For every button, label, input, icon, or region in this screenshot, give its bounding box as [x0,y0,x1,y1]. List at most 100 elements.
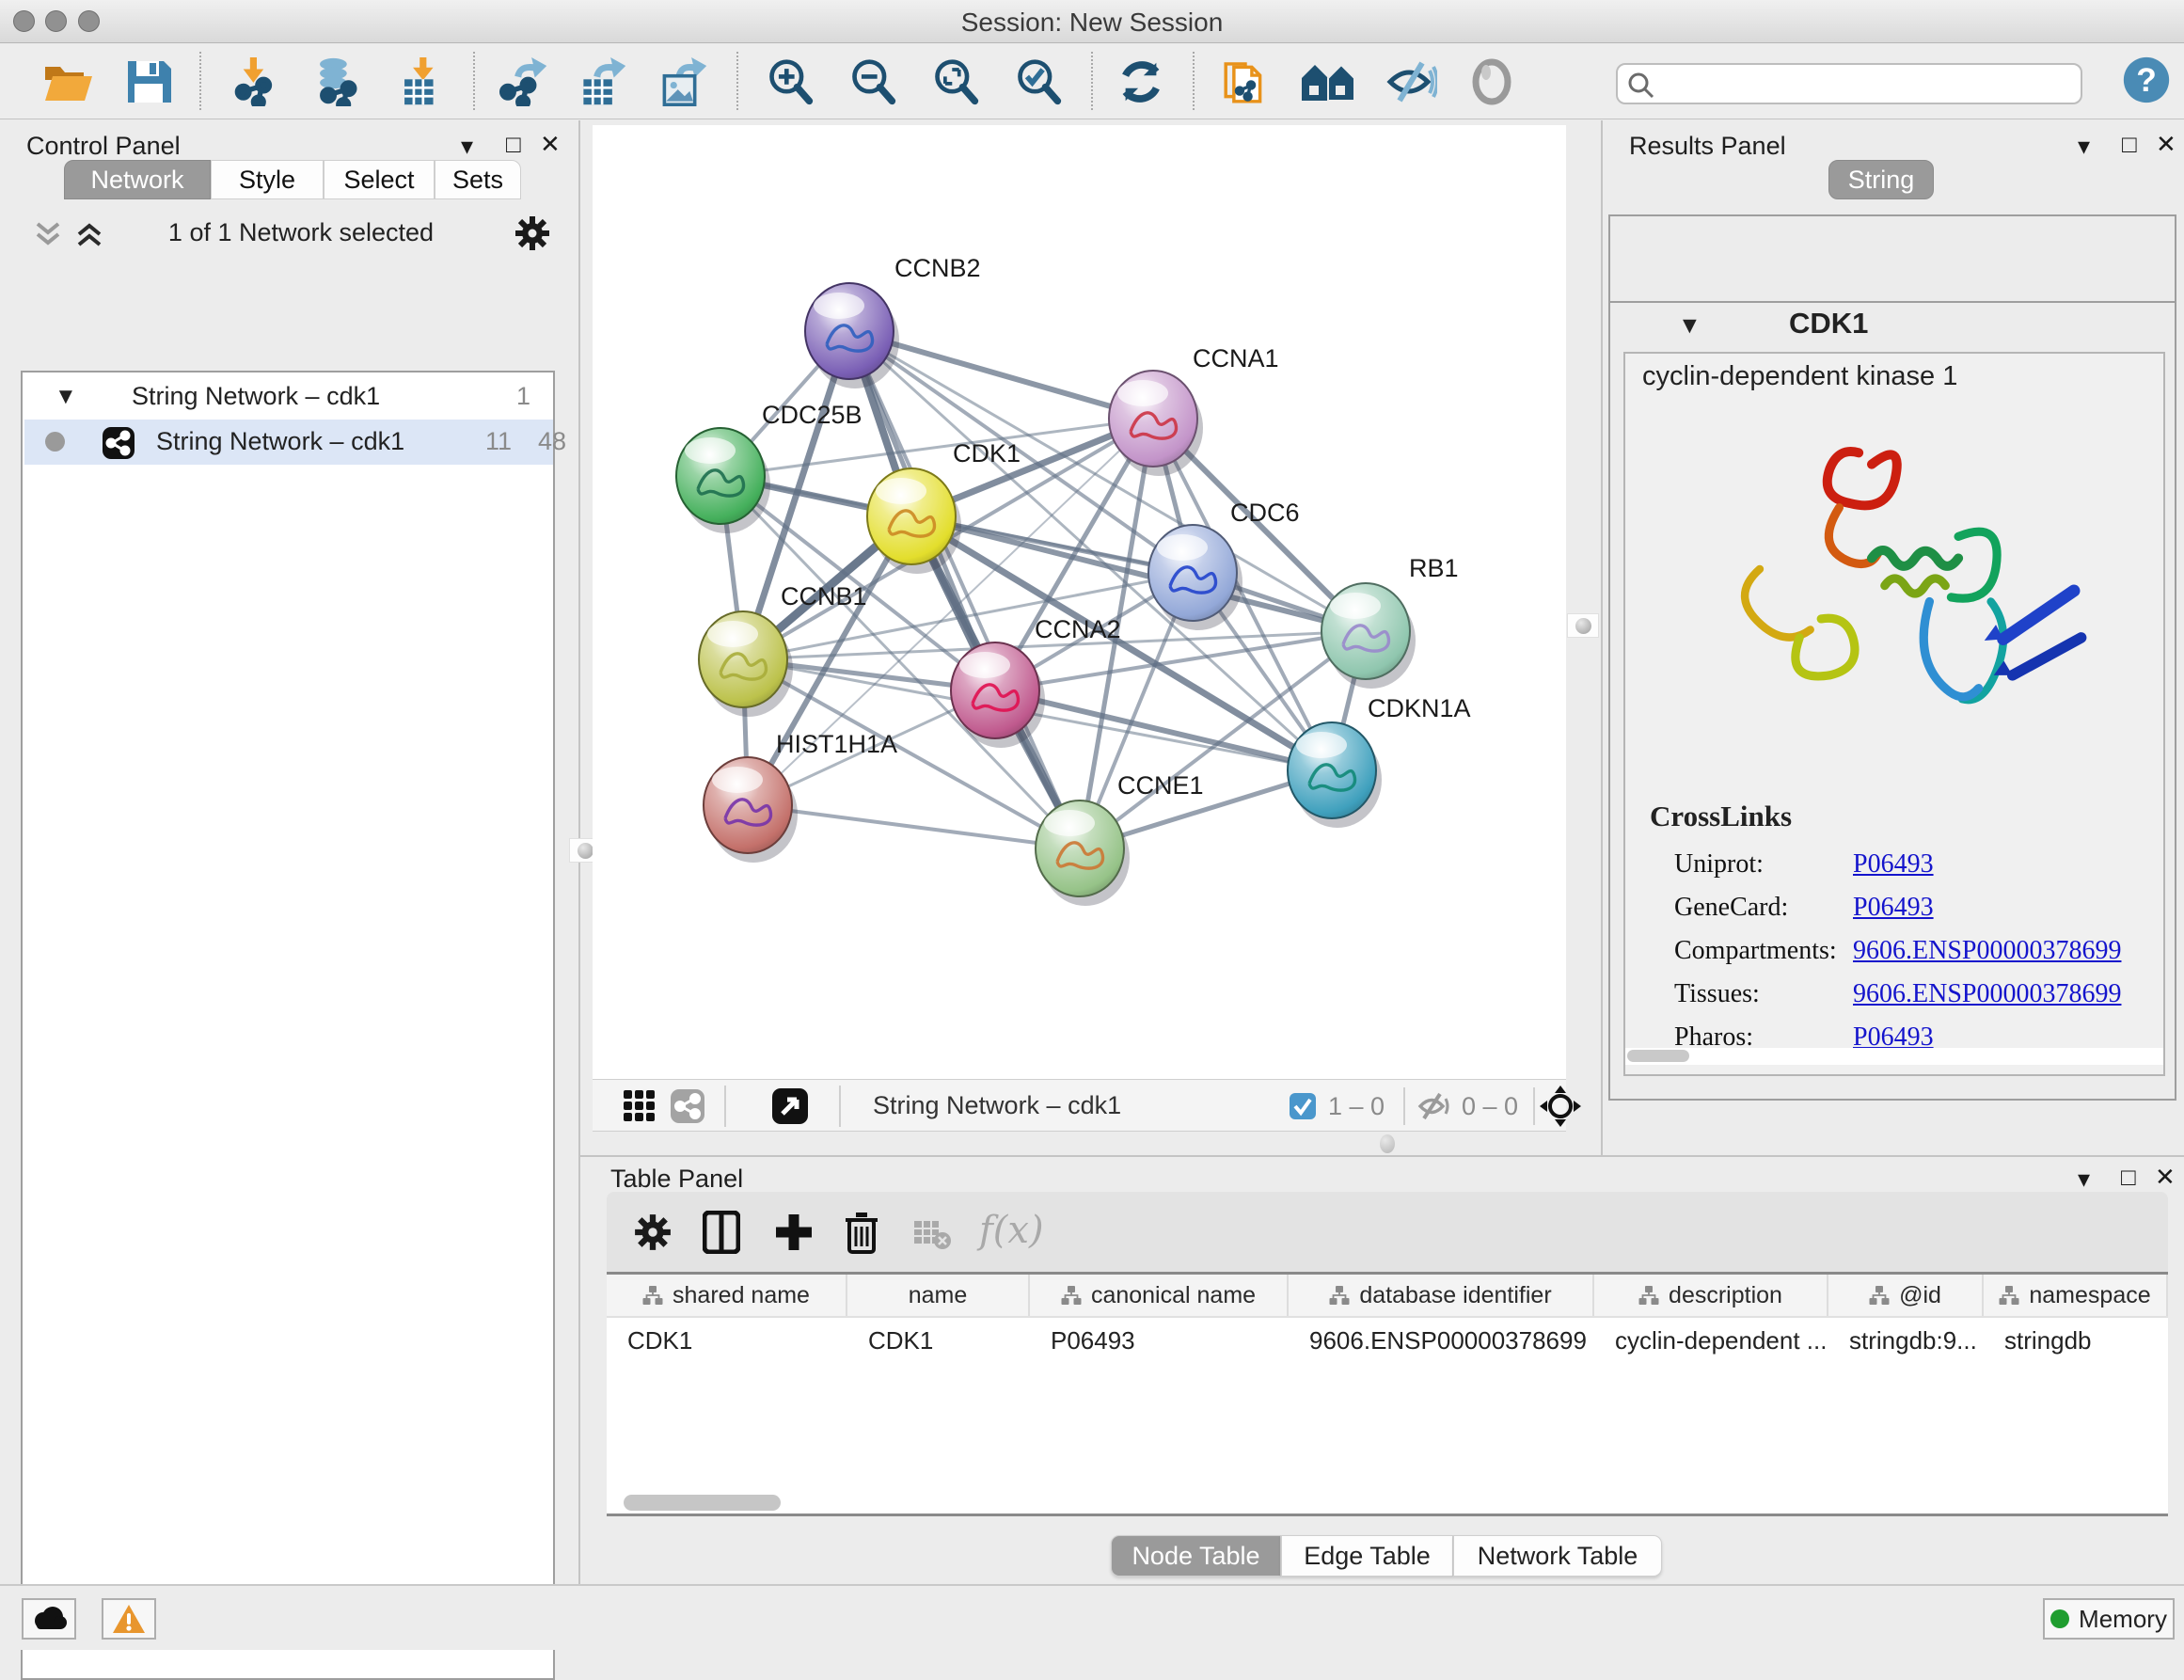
expand-all-icon[interactable] [73,220,105,248]
overview-icon[interactable] [1300,57,1358,106]
close-panel-icon[interactable]: ✕ [540,130,561,159]
cloud-button[interactable] [22,1598,76,1640]
column-type-icon [642,1286,663,1305]
results-hscroll-track[interactable] [1625,1048,2163,1065]
section-expander-icon[interactable]: ▼ [1678,312,1701,340]
network-node-ccna2[interactable]: CCNA2 [951,615,1121,748]
network-node-rb1[interactable]: RB1 [1321,554,1459,689]
float-panel-icon[interactable]: □ [2121,1163,2136,1192]
table-hscroll-thumb[interactable] [624,1495,781,1511]
network-edge[interactable] [849,331,1080,848]
column-header-database-identifier[interactable]: database identifier [1289,1275,1594,1316]
network-edge[interactable] [995,690,1332,770]
crosslink-link[interactable]: P06493 [1853,893,1934,923]
zoom-out-icon[interactable] [847,57,899,106]
export-network-icon[interactable] [497,57,551,106]
tab-network[interactable]: Network [64,160,211,199]
crosshair-icon[interactable] [1539,1085,1582,1128]
import-database-icon[interactable] [309,57,365,106]
column-header-description[interactable]: description [1594,1275,1828,1316]
share-view-icon[interactable] [670,1088,705,1124]
import-table-icon[interactable] [395,57,448,106]
node-table[interactable]: shared namenamecanonical namedatabase id… [607,1272,2168,1516]
network-graph[interactable]: CCNB2CCNA1CDC25BCDK1CDC6RB1CCNB1CCNA2CDK… [593,125,1566,1079]
table-cell[interactable]: 9606.ENSP00000378699 [1289,1326,1594,1355]
crosslink-link[interactable]: 9606.ENSP00000378699 [1853,936,2121,966]
network-share-badge-icon [102,426,135,460]
settings-gear-icon[interactable] [514,214,551,252]
export-image-icon[interactable] [657,57,711,106]
warning-button[interactable] [102,1598,156,1640]
results-hscroll-thumb[interactable] [1627,1050,1689,1062]
column-header-canonical-name[interactable]: canonical name [1030,1275,1289,1316]
help-icon[interactable]: ? [2120,55,2173,104]
delete-column-icon[interactable] [844,1211,879,1254]
table-settings-gear-icon[interactable] [633,1212,673,1252]
selected-checkbox-icon[interactable] [1289,1092,1317,1120]
crosslink-link[interactable]: P06493 [1853,849,1934,880]
tree-expander-icon[interactable]: ▼ [55,384,77,410]
table-cell[interactable]: P06493 [1030,1326,1289,1355]
column-header-name[interactable]: name [847,1275,1030,1316]
tab-select[interactable]: Select [324,160,435,199]
table-cell[interactable]: cyclin-dependent ... [1594,1326,1828,1355]
table-row[interactable]: CDK1CDK1P064939606.ENSP00000378699cyclin… [607,1318,2168,1363]
network-canvas[interactable]: CCNB2CCNA1CDC25BCDK1CDC6RB1CCNB1CCNA2CDK… [593,125,1566,1079]
collapse-panel-icon[interactable]: ▾ [461,132,473,161]
show-eye-icon[interactable] [1467,57,1516,106]
hide-selected-icon[interactable] [1385,57,1437,106]
network-node-ccnb2[interactable]: CCNB2 [805,254,981,388]
network-node-hist1h1a[interactable]: HIST1H1A [704,730,897,863]
table-cell[interactable]: CDK1 [607,1326,847,1355]
tab-node-table[interactable]: Node Table [1111,1535,1281,1577]
network-node-ccna1[interactable]: CCNA1 [1109,344,1279,476]
refresh-icon[interactable] [1116,57,1166,106]
collapse-all-icon[interactable] [32,220,64,248]
network-row[interactable]: String Network – cdk1 11 48 [24,420,553,465]
close-panel-icon[interactable]: ✕ [2156,130,2176,159]
import-network-icon[interactable] [230,57,283,106]
table-cell[interactable]: stringdb [1984,1326,2168,1355]
open-in-window-icon[interactable] [771,1087,809,1125]
grid-view-icon[interactable] [624,1090,656,1122]
node-label: HIST1H1A [776,730,897,758]
zoom-fit-icon[interactable] [929,57,982,106]
copy-document-icon[interactable] [1219,57,1272,106]
crosslinks-list: Uniprot:P06493GeneCard:P06493Compartment… [1674,843,2154,1059]
main-toolbar: ? [0,44,2184,119]
column-header-shared-name[interactable]: shared name [607,1275,847,1316]
zoom-in-icon[interactable] [764,57,816,106]
tab-sets[interactable]: Sets [435,160,521,199]
tab-string[interactable]: String [1828,160,1934,199]
show-columns-icon[interactable] [703,1211,740,1254]
network-node-cdkn1a[interactable]: CDKN1A [1288,694,1471,828]
network-node-ccnb1[interactable]: CCNB1 [699,582,867,717]
horizontal-splitter-handle[interactable] [1380,1134,1395,1153]
network-edge[interactable] [748,805,1080,848]
collapse-panel-icon[interactable]: ▾ [2078,1165,2090,1194]
right-splitter-handle[interactable] [1567,613,1599,638]
network-node-ccne1[interactable]: CCNE1 [1036,771,1204,906]
column-header-namespace[interactable]: namespace [1984,1275,2168,1316]
tab-network-table[interactable]: Network Table [1453,1535,1662,1577]
table-cell[interactable]: stringdb:9... [1828,1326,1984,1355]
close-panel-icon[interactable]: ✕ [2155,1163,2176,1192]
float-panel-icon[interactable]: □ [506,130,521,159]
tab-style[interactable]: Style [211,160,324,199]
add-column-icon[interactable] [774,1212,814,1252]
float-panel-icon[interactable]: □ [2122,130,2137,159]
tab-edge-table[interactable]: Edge Table [1281,1535,1453,1577]
network-collection-row[interactable]: ▼ String Network – cdk1 1 [23,376,553,420]
hidden-eye-icon[interactable] [1416,1092,1452,1120]
open-session-icon[interactable] [41,57,94,106]
table-cell[interactable]: CDK1 [847,1326,1030,1355]
save-session-icon[interactable] [124,57,173,106]
export-table-icon[interactable] [576,57,630,106]
crosslink-link[interactable]: 9606.ENSP00000378699 [1853,979,2121,1009]
memory-button[interactable]: Memory [2043,1598,2175,1640]
network-collection-label: String Network – cdk1 [132,382,380,411]
zoom-selected-icon[interactable] [1012,57,1065,106]
collapse-panel-icon[interactable]: ▾ [2078,132,2090,161]
column-header--id[interactable]: @id [1828,1275,1984,1316]
search-input[interactable] [1663,67,2067,101]
